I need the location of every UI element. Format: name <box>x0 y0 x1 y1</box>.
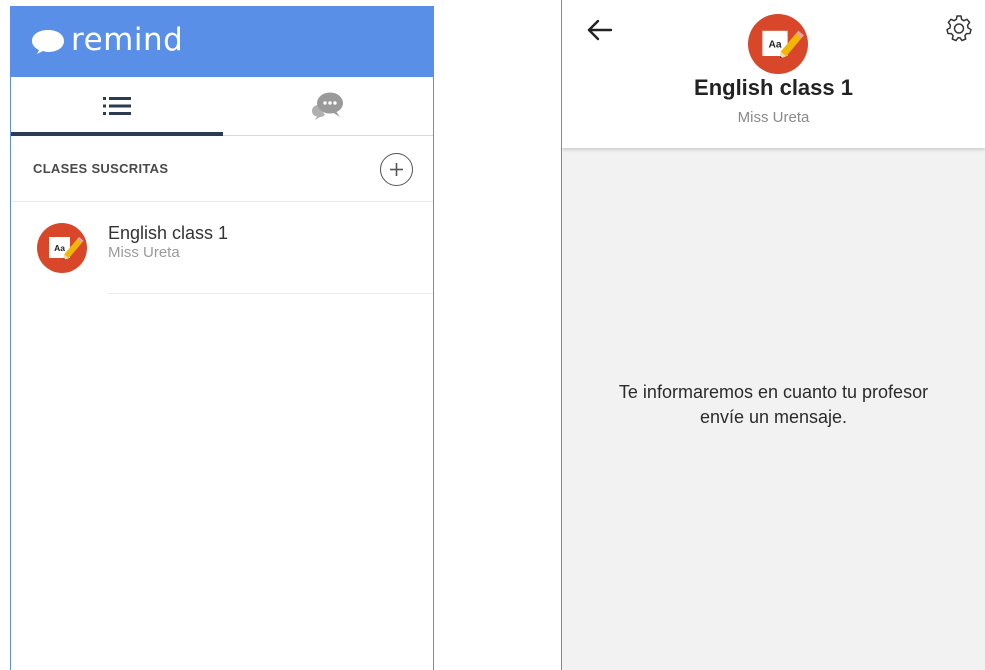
remind-logo-icon <box>32 30 64 54</box>
chat-bubbles-icon <box>311 92 343 120</box>
class-teacher: Miss Ureta <box>737 109 810 126</box>
gear-icon[interactable] <box>945 14 973 42</box>
list-icon <box>102 97 131 115</box>
class-avatar-icon: Aa <box>748 14 808 74</box>
app-header: remind <box>11 7 433 77</box>
class-texts: English class 1 Miss Ureta <box>108 222 228 262</box>
svg-text:Aa: Aa <box>54 243 65 253</box>
class-list-screen: remind CLASES SUSCRITAS Aa English class… <box>10 6 434 670</box>
class-name: English class 1 <box>108 223 229 243</box>
app-name: remind <box>71 21 184 58</box>
section-title: CLASES SUSCRITAS <box>33 161 169 176</box>
class-list-item[interactable]: Aa English class 1 Miss Ureta <box>11 202 433 294</box>
class-avatar-icon: Aa <box>37 223 87 273</box>
section-header: CLASES SUSCRITAS <box>11 136 433 202</box>
list-divider <box>108 293 433 294</box>
tab-chats[interactable] <box>222 77 433 135</box>
detail-header: Aa English class 1 Miss Ureta <box>562 0 985 148</box>
class-detail-screen: Aa English class 1 Miss Ureta Te informa… <box>561 0 985 670</box>
arrow-left-icon[interactable] <box>586 18 614 42</box>
tab-bar <box>11 77 433 136</box>
empty-state-message: Te informaremos en cuanto tu profesor en… <box>618 382 929 427</box>
plus-circle-icon <box>390 163 403 176</box>
class-title: English class 1 <box>694 75 853 100</box>
active-tab-indicator <box>11 132 223 136</box>
tab-classes[interactable] <box>11 77 222 135</box>
svg-text:Aa: Aa <box>768 40 781 51</box>
add-class-button[interactable] <box>380 153 413 186</box>
class-teacher: Miss Ureta <box>108 244 180 261</box>
